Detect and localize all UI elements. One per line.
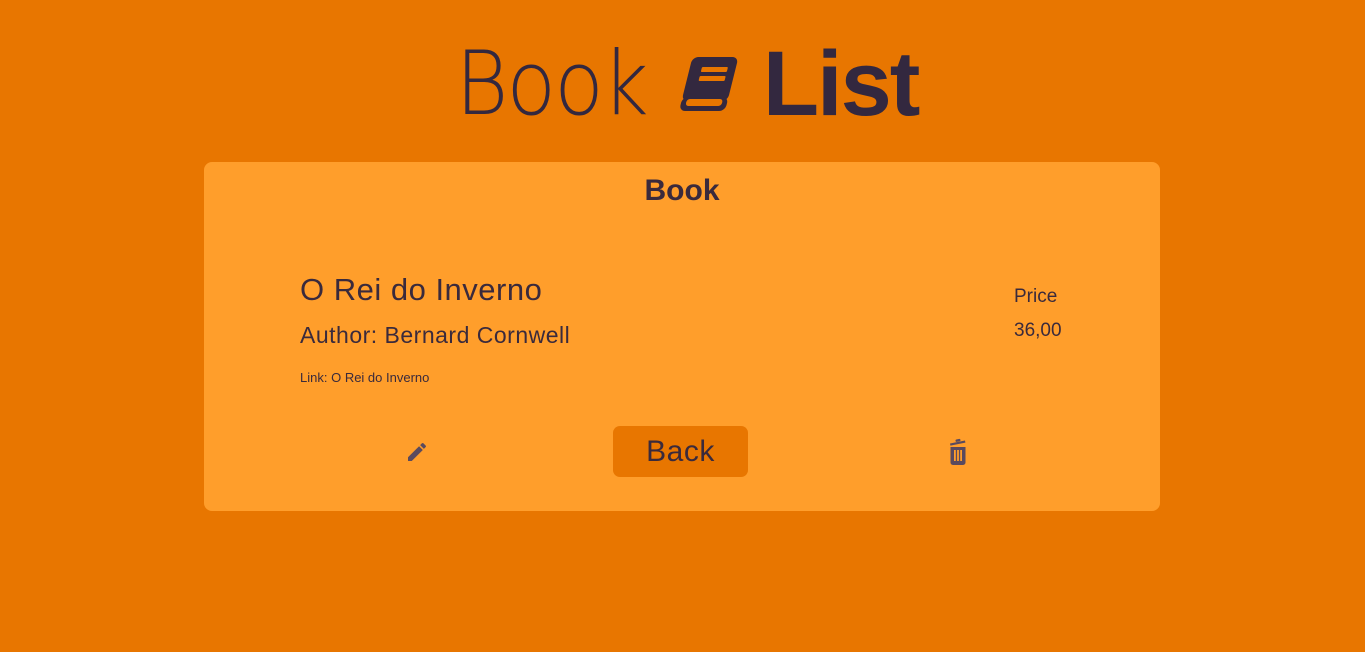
pencil-icon: [408, 442, 427, 461]
logo-text-book: Book: [454, 32, 648, 135]
book-icon: [677, 53, 741, 115]
book-title: O Rei do Inverno: [300, 272, 543, 307]
back-button[interactable]: Back: [613, 426, 748, 477]
price-value: 36,00: [1014, 320, 1062, 341]
app-logo: Book List: [0, 32, 1365, 135]
edit-button[interactable]: [403, 438, 431, 466]
card-title: Book: [644, 174, 720, 207]
book-link[interactable]: O Rei do Inverno: [331, 370, 429, 385]
logo-text-list: List: [762, 33, 921, 135]
book-details-card: Book O Rei do Inverno Author: Bernard Co…: [204, 162, 1160, 511]
book-author: Author: Bernard Cornwell: [300, 322, 571, 348]
trash-icon: [950, 438, 966, 465]
delete-button[interactable]: [945, 437, 971, 467]
price-label: Price: [1014, 286, 1058, 307]
book-link-label: Link:: [300, 370, 328, 385]
book-link-row: Link: O Rei do Inverno: [300, 370, 429, 385]
